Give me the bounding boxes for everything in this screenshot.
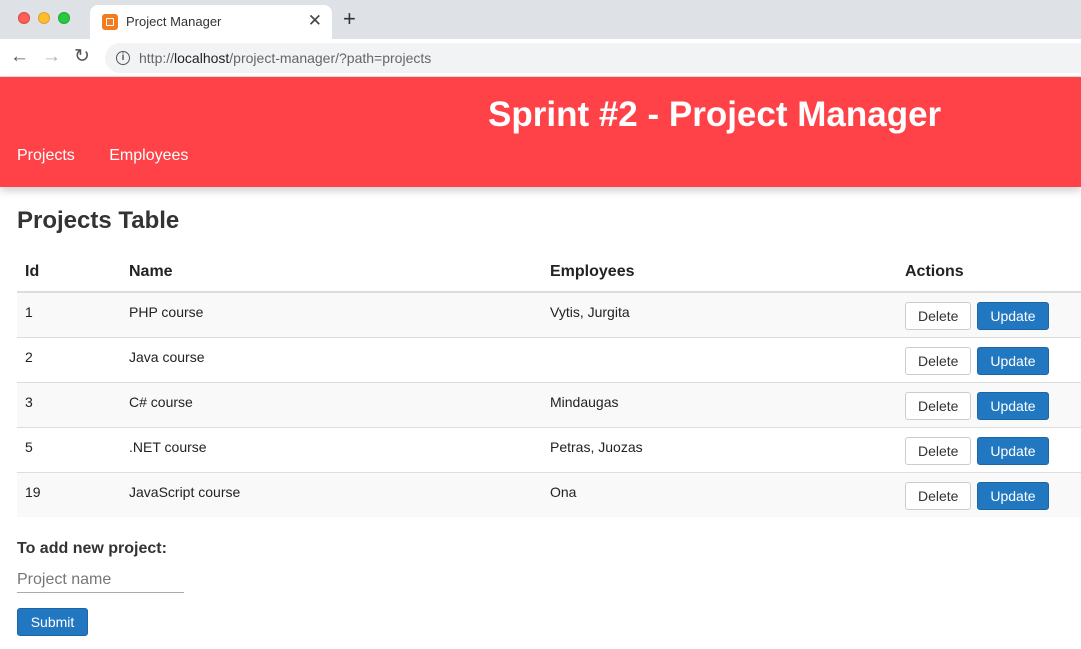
cell-id: 3 — [17, 381, 121, 427]
tab-title: Project Manager — [126, 14, 222, 29]
cell-id: 2 — [17, 336, 121, 382]
cell-name: .NET course — [121, 426, 542, 472]
forward-arrow-icon[interactable]: → — [42, 45, 61, 69]
cell-name: Java course — [121, 336, 542, 382]
cell-employees: Mindaugas — [542, 381, 897, 427]
cell-name: C# course — [121, 381, 542, 427]
table-header-row: Id Name Employees Actions — [17, 253, 1081, 293]
cell-id: 1 — [17, 291, 121, 337]
table-row: 1 PHP course Vytis, Jurgita Delete Updat… — [17, 291, 1081, 337]
update-button[interactable]: Update — [977, 302, 1049, 330]
update-button[interactable]: Update — [977, 346, 1049, 375]
section-title: Projects Table — [17, 207, 180, 234]
table-row: 2 Java course Delete Update — [17, 336, 1081, 382]
maximize-window-icon[interactable] — [58, 12, 70, 24]
column-header-employees: Employees — [542, 253, 897, 293]
new-tab-icon[interactable]: + — [343, 8, 356, 30]
submit-button[interactable]: Submit — [17, 608, 88, 636]
url-text[interactable]: http://localhost/project-manager/?path=p… — [139, 50, 431, 66]
page-header: Sprint #2 - Project Manager Projects Emp… — [0, 77, 1081, 187]
column-header-name: Name — [121, 253, 542, 293]
reload-icon[interactable]: ↻ — [74, 45, 90, 69]
main-nav: Projects Employees — [17, 147, 218, 165]
column-header-actions: Actions — [897, 253, 1081, 293]
cell-employees: Vytis, Jurgita — [542, 291, 897, 337]
close-window-icon[interactable] — [18, 12, 30, 24]
delete-button[interactable]: Delete — [905, 346, 972, 375]
cell-actions: Delete Update — [897, 381, 1081, 427]
cell-actions: Delete Update — [897, 471, 1081, 517]
update-button[interactable]: Update — [977, 481, 1049, 510]
add-project-label: To add new project: — [17, 540, 167, 557]
cell-actions: Delete Update — [897, 336, 1081, 382]
delete-button[interactable]: Delete — [905, 481, 972, 510]
tab-close-icon[interactable]: ✕ — [308, 11, 322, 31]
table-row: 3 C# course Mindaugas Delete Update — [17, 381, 1081, 427]
projects-table: Id Name Employees Actions 1 PHP course V… — [17, 253, 1081, 517]
cell-id: 19 — [17, 471, 121, 517]
nav-link-employees[interactable]: Employees — [109, 147, 188, 164]
cell-employees: Petras, Juozas — [542, 426, 897, 472]
delete-button[interactable]: Delete — [905, 302, 972, 330]
delete-button[interactable]: Delete — [905, 436, 972, 465]
browser-toolbar: ← → ↻ i http://localhost/project-manager… — [0, 39, 1081, 77]
update-button[interactable]: Update — [977, 436, 1049, 465]
cell-actions: Delete Update — [897, 291, 1081, 337]
cell-employees: Ona — [542, 471, 897, 517]
address-bar[interactable]: i http://localhost/project-manager/?path… — [105, 43, 1081, 73]
cell-id: 5 — [17, 426, 121, 472]
nav-link-projects[interactable]: Projects — [17, 147, 75, 164]
browser-tab-bar: Project Manager ✕ + — [0, 0, 1081, 39]
cell-name: JavaScript course — [121, 471, 542, 517]
delete-button[interactable]: Delete — [905, 391, 972, 420]
info-icon[interactable]: i — [116, 51, 130, 65]
cell-employees — [542, 336, 897, 382]
cell-name: PHP course — [121, 291, 542, 337]
xampp-favicon-icon — [102, 14, 118, 30]
cell-actions: Delete Update — [897, 426, 1081, 472]
update-button[interactable]: Update — [977, 391, 1049, 420]
back-arrow-icon[interactable]: ← — [10, 45, 29, 69]
minimize-window-icon[interactable] — [38, 12, 50, 24]
browser-tab[interactable]: Project Manager ✕ — [90, 5, 332, 39]
page-title: Sprint #2 - Project Manager — [488, 95, 942, 134]
table-row: 5 .NET course Petras, Juozas Delete Upda… — [17, 426, 1081, 472]
column-header-id: Id — [17, 253, 121, 293]
table-row: 19 JavaScript course Ona Delete Update — [17, 471, 1081, 517]
project-name-input[interactable] — [17, 568, 184, 593]
